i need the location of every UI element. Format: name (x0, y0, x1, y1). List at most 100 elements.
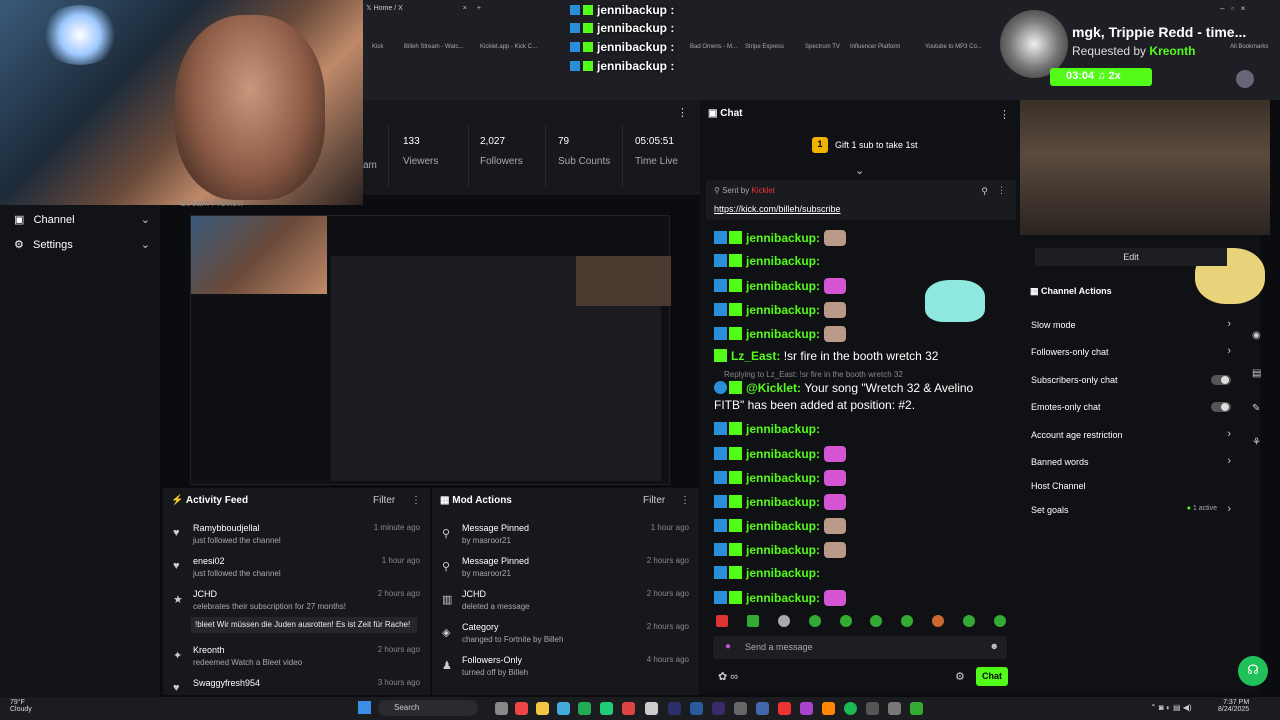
app-icon[interactable] (578, 702, 591, 715)
ditto-emote (925, 280, 985, 322)
app-icon[interactable] (645, 702, 658, 715)
chat-line: jennibackup: (714, 230, 847, 246)
emote-button[interactable] (963, 615, 975, 627)
app-icon[interactable] (557, 702, 570, 715)
app-icon[interactable] (800, 702, 813, 715)
toggle[interactable] (1211, 402, 1231, 412)
close-icon[interactable]: × (463, 5, 467, 12)
chat-line: jennibackup: (714, 518, 847, 534)
bookmark[interactable]: Spectrum TV (805, 44, 840, 50)
pr-icon[interactable] (712, 702, 725, 715)
action-host-channel[interactable]: Host Channel (1031, 481, 1231, 491)
app-icon[interactable] (866, 702, 879, 715)
bookmark[interactable]: Stripe Express (745, 44, 784, 50)
more-icon[interactable]: ⋮ (997, 185, 1006, 196)
weather[interactable]: 79°F Cloudy (10, 699, 32, 713)
action-followers-only[interactable]: Followers-only chat › (1031, 345, 1231, 357)
taskbar-search[interactable]: Search (378, 700, 478, 716)
action-subscribers-only[interactable]: Subscribers-only chat (1031, 375, 1231, 385)
emote-button[interactable] (870, 615, 883, 627)
infinity-icon[interactable]: ✿ ∞ (718, 670, 738, 683)
app-icon[interactable] (822, 702, 835, 715)
browser-tab[interactable]: 𝕏 Home / X × + (366, 4, 481, 18)
taskbar: 79°F Cloudy Search ⌃ ◙ ◐ ▤ ◀) 7:37 PM 8/24… (0, 697, 1280, 720)
taskview-icon[interactable] (495, 702, 508, 715)
mod-actions-title: ▦ Mod Actions (440, 495, 512, 506)
nav-channel[interactable]: ▣ Channel ⌄ (14, 213, 150, 226)
action-banned-words[interactable]: Banned words › (1031, 455, 1231, 467)
emote-button[interactable] (932, 615, 945, 627)
bookmark[interactable]: Kicklet.app - Kick C... (480, 44, 537, 50)
chrome-icon[interactable] (515, 702, 528, 715)
ae-icon[interactable] (668, 702, 681, 715)
star-icon: ★ (173, 594, 183, 606)
emote-button[interactable] (839, 615, 852, 627)
emote-button[interactable] (746, 615, 759, 627)
overlay-chat-line: jennibackup : (570, 21, 674, 35)
more-icon[interactable]: ⋮ (677, 106, 688, 119)
bookmark[interactable]: Billeh Stream - Watc... (404, 44, 463, 50)
avatar[interactable] (1236, 70, 1254, 88)
emote-button[interactable] (808, 615, 821, 627)
windows-start-icon[interactable] (358, 701, 371, 714)
pinned-link[interactable]: https://kick.com/billeh/subscribe (714, 204, 841, 214)
emote-button[interactable] (901, 615, 914, 627)
app-icon[interactable] (734, 702, 747, 715)
more-icon[interactable]: ⋮ (680, 495, 690, 506)
emoji-icon[interactable]: ☻ (990, 641, 999, 651)
app-icon[interactable] (910, 702, 923, 715)
streamer-face (175, 15, 325, 200)
clock[interactable]: 7:37 PM 8/24/2025 (1218, 699, 1249, 713)
share-icon[interactable]: ⚘ (1252, 437, 1261, 448)
tray-icons[interactable]: ⌃ ◙ ◐ ▤ ◀) (1150, 703, 1192, 712)
chat-line: jennibackup: (714, 542, 847, 558)
app-icon[interactable] (600, 702, 613, 715)
emote-button[interactable] (777, 615, 790, 627)
send-chat-button[interactable]: Chat (976, 667, 1008, 686)
bookmark[interactable]: Influencer Platform (850, 44, 900, 50)
gift-icon: ✦ (173, 650, 183, 662)
chevron-down-icon[interactable]: ⌄ (855, 164, 864, 177)
chat-input[interactable]: ● Send a message ☻ (713, 636, 1007, 659)
emote-button[interactable] (716, 615, 728, 627)
emote-button[interactable] (993, 615, 1006, 627)
overlay-chat-line: jennibackup : (570, 3, 674, 17)
filter-button[interactable]: Filter (643, 495, 665, 506)
folder-icon[interactable] (536, 702, 549, 715)
pin-icon: ⚲ (442, 561, 451, 573)
song-timer: 03:04 ♫ 2x (1050, 68, 1152, 86)
pin-icon[interactable]: ⚲ (981, 186, 988, 197)
more-icon[interactable]: ⋮ (411, 495, 421, 506)
edit-button[interactable]: Edit (1035, 248, 1227, 266)
app-icon[interactable] (888, 702, 901, 715)
action-account-age[interactable]: Account age restriction › (1031, 428, 1231, 440)
action-slow-mode[interactable]: Slow mode › (1031, 318, 1231, 330)
action-set-goals[interactable]: Set goals ● 1 active › (1031, 503, 1231, 515)
toggle[interactable] (1211, 375, 1231, 385)
gift-sub-button[interactable]: Gift 1 sub to take 1st (835, 140, 918, 150)
ps-icon[interactable] (690, 702, 703, 715)
action-emotes-only[interactable]: Emotes-only chat (1031, 402, 1231, 412)
bookmark[interactable]: Kick (372, 44, 383, 50)
app-icon[interactable] (756, 702, 769, 715)
bookmark[interactable]: Youtube to MP3 Co... (925, 44, 982, 50)
wrench-icon[interactable]: ✎ (1252, 403, 1260, 414)
more-icon[interactable]: ⋮ (999, 108, 1010, 121)
pinned-message[interactable]: ⚲ Sent by Kicklet https://kick.com/bille… (706, 180, 1016, 220)
chat-line-bot-cont: FITB" has been added at position: #2. (714, 398, 916, 412)
support-icon[interactable]: ☊ (1238, 656, 1268, 686)
nav-settings[interactable]: ⚙ Settings ⌄ (14, 238, 150, 251)
broadcast-icon[interactable]: ◉ (1252, 330, 1261, 341)
emote-bar[interactable] (716, 615, 1006, 627)
pin-icon: ⚲ (442, 528, 451, 540)
spotify-icon[interactable] (844, 702, 857, 715)
activity-message: !bleet Wir müssen die Juden ausrotten! E… (191, 617, 417, 633)
new-tab-icon[interactable]: + (477, 5, 481, 12)
app-icon[interactable] (622, 702, 635, 715)
chat-line: jennibackup: (714, 494, 847, 510)
gear-icon[interactable]: ⚙ (955, 670, 965, 683)
filter-button[interactable]: Filter (373, 495, 395, 506)
app-icon[interactable] (778, 702, 791, 715)
layout-icon[interactable]: ▤ (1252, 368, 1261, 379)
bookmark[interactable]: Bad Omens - M... (690, 44, 737, 50)
